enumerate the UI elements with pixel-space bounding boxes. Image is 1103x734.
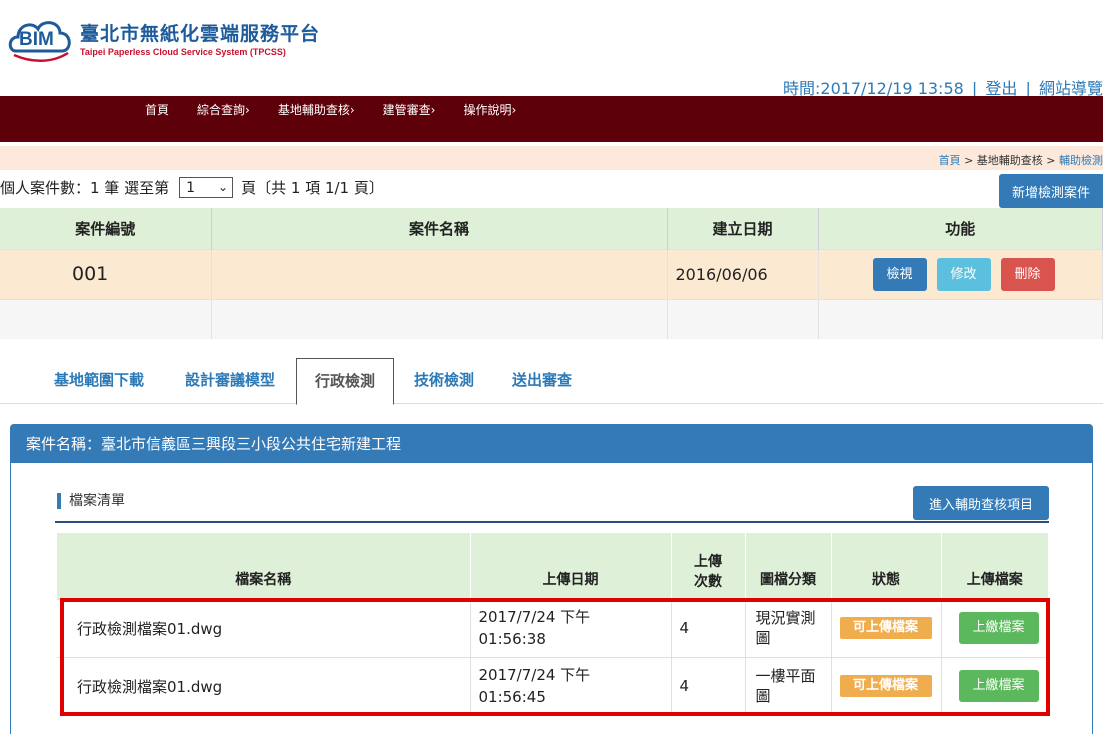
page-select[interactable]: 1 ⌄ [179,177,234,198]
nav-item-home[interactable]: 首頁 [145,101,169,118]
logo-badge: BIM [19,29,54,50]
breadcrumb-site-check[interactable]: 基地輔助查核 [977,154,1043,167]
tab-admin-check[interactable]: 行政檢測 [296,358,394,405]
table-row [0,298,1103,339]
breadcrumb: 首頁 > 基地輔助查核 > 輔助檢測 [939,152,1103,168]
tab-site-download[interactable]: 基地範圍下載 [40,358,158,404]
site-logo[interactable]: BIM 臺北市無紙化雲端服務平台 Taipei Paperless Cloud … [6,10,320,66]
empty-cell [0,298,212,339]
col-header-category: 圖檔分類 [745,533,832,599]
view-button[interactable]: 檢視 [872,257,927,291]
nav-item-help[interactable]: 操作說明› [463,101,516,118]
chevron-down-icon: ⌄ [218,180,229,194]
col-header-status: 狀態 [831,533,942,599]
case-actions-cell: 檢視 修改 刪除 [818,248,1103,299]
empty-cell [818,298,1103,339]
tab-tech-check[interactable]: 技術檢測 [400,358,488,404]
col-header-upload-date: 上傳日期 [470,533,672,599]
delete-button[interactable]: 刪除 [1000,257,1055,291]
tab-design-model[interactable]: 設計審議模型 [170,358,290,404]
col-header-case-name: 案件名稱 [211,208,668,249]
site-subtitle: Taipei Paperless Cloud Service System (T… [80,47,286,57]
table-row: 001 2016/06/06 檢視 修改 刪除 [0,248,1103,299]
breadcrumb-sep: > [964,154,974,167]
file-list-title: 檔案清單 [57,493,125,509]
pager: 個人案件數：1 筆 選至第 1 ⌄ 頁〔共 1 項 1/1 頁〕 [0,177,384,198]
col-header-file-name: 檔案名稱 [57,533,471,599]
site-title: 臺北市無紙化雲端服務平台 [80,23,321,45]
tab-submit-review[interactable]: 送出審查 [498,358,586,404]
case-no-cell: 001 [0,248,212,299]
pager-suffix: 頁〔共 1 項 1/1 頁〕 [241,179,384,197]
cloud-logo-icon: BIM [6,13,76,63]
tab-bar: 基地範圍下載 設計審議模型 行政檢測 技術檢測 送出審查 [0,358,1103,405]
divider [55,521,1049,523]
col-header-actions: 功能 [818,208,1103,249]
breadcrumb-current: 輔助檢測 [1059,154,1103,167]
nav-item-query[interactable]: 綜合查詢› [197,101,250,118]
breadcrumb-home[interactable]: 首頁 [939,154,961,167]
breadcrumb-bar: 首頁 > 基地輔助查核 > 輔助檢測 [0,146,1103,170]
case-name-cell [211,248,668,299]
col-header-case-no: 案件編號 [0,208,212,249]
edit-button[interactable]: 修改 [936,257,991,291]
cases-table: 案件編號 案件名稱 建立日期 功能 001 2016/06/06 檢視 修改 刪除 [0,208,1103,339]
col-header-created: 建立日期 [667,208,819,249]
nav-item-review[interactable]: 建管審查› [383,101,436,118]
col-header-upload: 上傳檔案 [941,533,1049,599]
col-header-upload-count: 上傳次數 [671,533,746,599]
enter-check-items-button[interactable]: 進入輔助查核項目 [913,486,1049,520]
panel-heading: 案件名稱：臺北市信義區三興段三小段公共住宅新建工程 [11,425,1092,463]
empty-cell [667,298,819,339]
case-date-cell: 2016/06/06 [667,248,819,299]
main-nav: 首頁 綜合查詢› 基地輔助查核› 建管審查› 操作說明› [0,96,1103,142]
pager-prefix: 個人案件數：1 筆 選至第 [0,179,170,197]
breadcrumb-sep: > [1046,154,1056,167]
new-case-button[interactable]: 新增檢測案件 [999,174,1103,208]
empty-cell [211,298,668,339]
page-select-value: 1 [186,179,196,196]
nav-item-site-check[interactable]: 基地輔助查核› [278,101,355,118]
highlight-box [60,598,1050,716]
